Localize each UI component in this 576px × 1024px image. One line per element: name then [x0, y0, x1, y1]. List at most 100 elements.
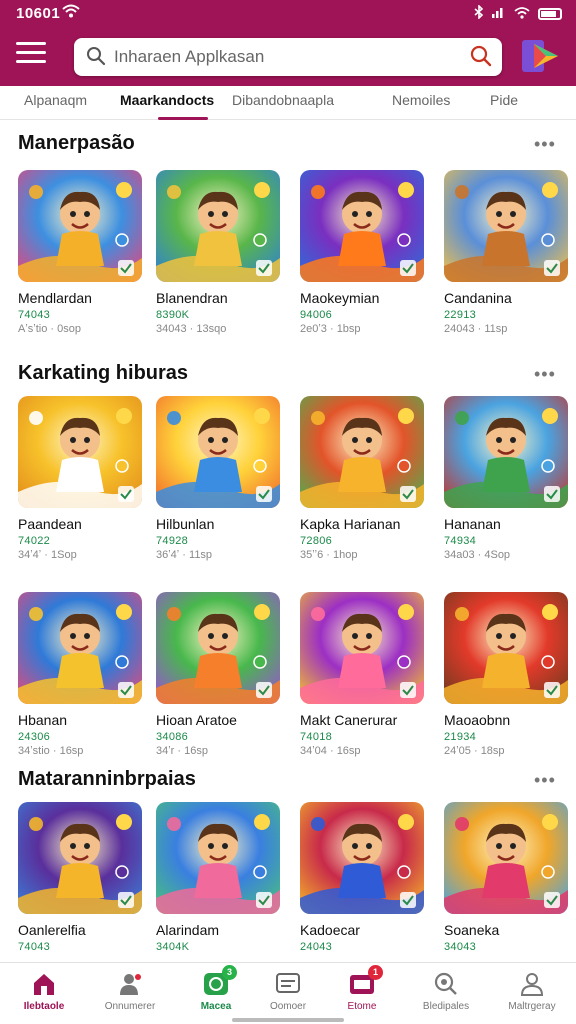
more-options-icon[interactable]: •••	[534, 365, 562, 384]
app-meta: 2e0ʼ3 · 1bsp	[300, 323, 361, 335]
app-card[interactable]: Hioan Aratoe 34086 34ʼr · 16sp	[156, 592, 280, 757]
app-download-count: 24043	[300, 941, 333, 953]
nav-label: Etome	[347, 1001, 377, 1012]
app-card[interactable]: Paandean 74022 34ʼ4ʼ · 1Sop	[18, 396, 142, 561]
app-name: Hioan Aratoe	[156, 712, 237, 728]
app-name: Hilbunlan	[156, 516, 215, 532]
app-card[interactable]: Hananan 74934 34a03 · 4Sop	[444, 396, 568, 561]
app-name: Kapka Harianan	[300, 516, 401, 532]
nav-label: Bledipales	[422, 1001, 470, 1012]
app-name: Oanlerelfia	[18, 922, 86, 938]
app-card[interactable]: Kadoecar 24043	[300, 802, 424, 953]
app-thumbnail[interactable]	[300, 802, 424, 914]
app-download-count: 72806	[300, 535, 333, 547]
app-meta: Aʼsʼtio · 0sop	[18, 323, 81, 335]
nav-home[interactable]: Ilebtaole	[4, 971, 84, 1012]
tab-dibandobnaapla[interactable]: Dibandobnaapla	[232, 92, 334, 108]
app-name: Mendlardan	[18, 290, 92, 306]
app-thumbnail[interactable]	[18, 396, 142, 508]
app-thumbnail[interactable]	[156, 592, 280, 704]
app-card[interactable]: Mendlardan 74043 Aʼsʼtio · 0sop	[18, 170, 142, 335]
app-download-count: 74018	[300, 731, 333, 743]
play-store-logo-icon[interactable]	[520, 36, 560, 76]
app-thumbnail[interactable]	[156, 802, 280, 914]
app-card[interactable]: Kapka Harianan 72806 35ʼʼ6 · 1hop	[300, 396, 424, 561]
profile-icon	[519, 971, 545, 997]
section-title: Mataranninbrpaias	[18, 768, 196, 790]
app-card[interactable]: Candanina 22913 24043 · 11sp	[444, 170, 568, 335]
search-input[interactable]	[114, 44, 454, 70]
app-name: Kadoecar	[300, 922, 360, 938]
app-card[interactable]: Hilbunlan 74928 36ʼ4ʼ · 11sp	[156, 396, 280, 561]
app-download-count: 74022	[18, 535, 51, 547]
nav-people[interactable]: Onnumerer	[90, 971, 170, 1012]
app-meta: 34043 · 13sqo	[156, 323, 227, 335]
app-card[interactable]: Oanlerelfia 74043	[18, 802, 142, 953]
discover-icon	[433, 971, 459, 997]
app-download-count: 22913	[444, 309, 477, 321]
section-title: Manerpasão	[18, 132, 135, 154]
home-icon	[31, 971, 57, 997]
app-name: Maokeymian	[300, 290, 380, 306]
app-thumbnail[interactable]	[18, 170, 142, 282]
status-time: 10601	[16, 5, 61, 22]
app-download-count: 24306	[18, 731, 51, 743]
more-options-icon[interactable]: •••	[534, 135, 562, 154]
app-name: Candanina	[444, 290, 512, 306]
menu-button[interactable]	[16, 42, 46, 68]
app-thumbnail[interactable]	[18, 592, 142, 704]
search-icon	[86, 46, 106, 66]
app-thumbnail[interactable]	[156, 170, 280, 282]
active-tab-indicator	[158, 117, 208, 120]
app-download-count: 74043	[18, 309, 51, 321]
app-card[interactable]: Maoaobnn 21934 24ʼ05 · 18sp	[444, 592, 568, 757]
app-thumbnail[interactable]	[18, 802, 142, 914]
nav-profile[interactable]: Maltrgeray	[492, 971, 572, 1012]
nav-chat[interactable]: 3 Macea	[176, 965, 256, 1012]
app-thumbnail[interactable]	[444, 802, 568, 914]
search-submit-icon[interactable]	[470, 45, 492, 67]
hamburger-icon	[16, 42, 46, 45]
app-thumbnail[interactable]	[156, 396, 280, 508]
tab-alpanaqm[interactable]: Alpanaqm	[24, 92, 87, 108]
app-thumbnail[interactable]	[444, 396, 568, 508]
app-download-count: 74934	[444, 535, 477, 547]
app-thumbnail[interactable]	[300, 170, 424, 282]
app-meta: 36ʼ4ʼ · 11sp	[156, 549, 213, 561]
app-meta: 35ʼʼ6 · 1hop	[300, 549, 358, 561]
app-name: Hbanan	[18, 712, 68, 728]
app-card[interactable]: Makt Canerurar 74018 34ʼ04 · 16sp	[300, 592, 424, 757]
monitor-icon	[275, 971, 301, 997]
battery-icon	[538, 7, 562, 20]
tab-pide[interactable]: Pide	[490, 92, 518, 108]
search-bar[interactable]	[74, 38, 502, 76]
mail-icon: 1	[349, 965, 383, 997]
wifi-icon	[62, 3, 80, 23]
app-card[interactable]: Maokeymian 94006 2e0ʼ3 · 1bsp	[300, 170, 424, 335]
app-name: Maoaobnn	[444, 712, 511, 728]
app-card[interactable]: Alarindam 3404K	[156, 802, 280, 953]
app-thumbnail[interactable]	[300, 396, 424, 508]
tab-maarkandocts[interactable]: Maarkandocts	[120, 92, 214, 108]
notification-badge: 3	[222, 965, 237, 980]
section-title: Karkating hiburas	[18, 362, 189, 384]
nav-label: Oomoer	[269, 1001, 307, 1012]
nav-discover[interactable]: Bledipales	[406, 971, 486, 1012]
app-download-count: 21934	[444, 731, 477, 743]
wifi-icon	[514, 6, 530, 22]
nav-label: Ilebtaole	[23, 1001, 65, 1012]
app-card[interactable]: Blanendran 8390K 34043 · 13sqo	[156, 170, 280, 335]
nav-mail[interactable]: 1 Etome	[322, 965, 402, 1012]
app-thumbnail[interactable]	[444, 592, 568, 704]
app-thumbnail[interactable]	[444, 170, 568, 282]
nav-screen[interactable]: Oomoer	[248, 971, 328, 1012]
nav-label: Maltrgeray	[508, 1001, 556, 1012]
app-thumbnail[interactable]	[300, 592, 424, 704]
app-download-count: 8390K	[156, 309, 190, 321]
home-indicator[interactable]	[232, 1018, 344, 1022]
app-card[interactable]: Hbanan 24306 34ʼstio · 16sp	[18, 592, 142, 757]
more-options-icon[interactable]: •••	[534, 771, 562, 790]
tab-nemoiles[interactable]: Nemoiles	[392, 92, 450, 108]
app-bar: 10601	[0, 0, 576, 86]
app-card[interactable]: Soaneka 34043	[444, 802, 568, 953]
